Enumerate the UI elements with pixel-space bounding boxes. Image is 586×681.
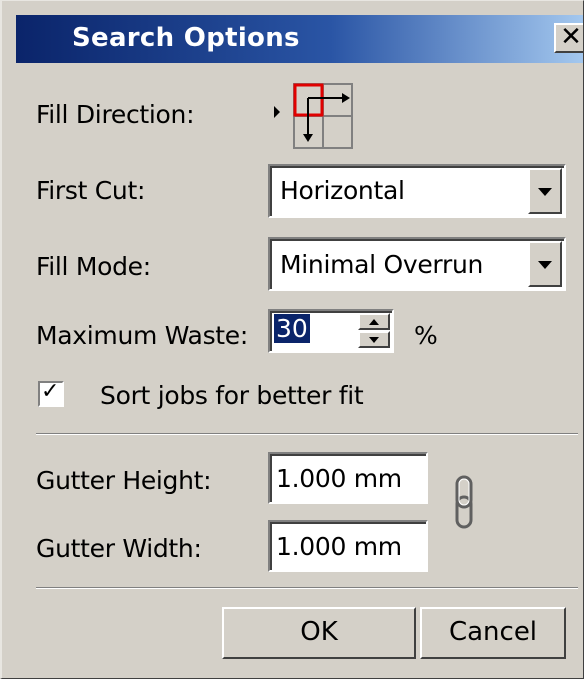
fill-direction-label: Fill Direction:: [36, 100, 195, 129]
fill-mode-dropdown-button[interactable]: [528, 241, 562, 287]
chevron-down-icon: [538, 261, 552, 269]
gutter-height-input[interactable]: 1.000 mm: [268, 452, 428, 504]
first-cut-select[interactable]: Horizontal: [268, 164, 566, 218]
sort-jobs-label[interactable]: Sort jobs for better fit: [100, 381, 364, 410]
dialog-title: Search Options: [72, 23, 300, 53]
maximum-waste-spin-down[interactable]: [358, 331, 390, 348]
title-bar[interactable]: Search Options ✕: [16, 15, 583, 63]
ok-button[interactable]: OK: [222, 607, 416, 659]
fill-mode-select[interactable]: Minimal Overrun: [268, 237, 566, 291]
separator: [36, 433, 578, 435]
chain-link-icon[interactable]: [454, 475, 476, 536]
maximum-waste-label: Maximum Waste:: [36, 321, 248, 350]
gutter-height-value: 1.000 mm: [276, 464, 402, 493]
fill-mode-label: Fill Mode:: [36, 252, 151, 281]
search-options-dialog: Search Options ✕ Fill Direction: First C…: [0, 0, 584, 679]
gutter-width-input[interactable]: 1.000 mm: [268, 520, 428, 572]
fill-direction-grid-icon[interactable]: [270, 82, 360, 157]
first-cut-label: First Cut:: [36, 176, 146, 205]
check-icon: ✓: [41, 379, 60, 404]
cancel-button[interactable]: Cancel: [420, 607, 566, 659]
gutter-width-label: Gutter Width:: [36, 534, 202, 563]
sort-jobs-checkbox[interactable]: ✓: [38, 379, 64, 407]
close-button[interactable]: ✕: [554, 22, 583, 53]
first-cut-dropdown-button[interactable]: [528, 168, 562, 214]
maximum-waste-spin-up[interactable]: [358, 313, 390, 330]
chevron-down-icon: [538, 188, 552, 196]
spin-down-icon: [369, 336, 379, 343]
fill-mode-value: Minimal Overrun: [280, 250, 484, 279]
separator: [36, 587, 578, 589]
spin-up-icon: [369, 318, 379, 325]
first-cut-value: Horizontal: [280, 176, 405, 205]
gutter-height-label: Gutter Height:: [36, 466, 212, 495]
maximum-waste-unit: %: [414, 321, 438, 350]
close-icon: ✕: [560, 22, 582, 52]
gutter-width-value: 1.000 mm: [276, 532, 402, 561]
maximum-waste-value: 30: [274, 314, 310, 343]
